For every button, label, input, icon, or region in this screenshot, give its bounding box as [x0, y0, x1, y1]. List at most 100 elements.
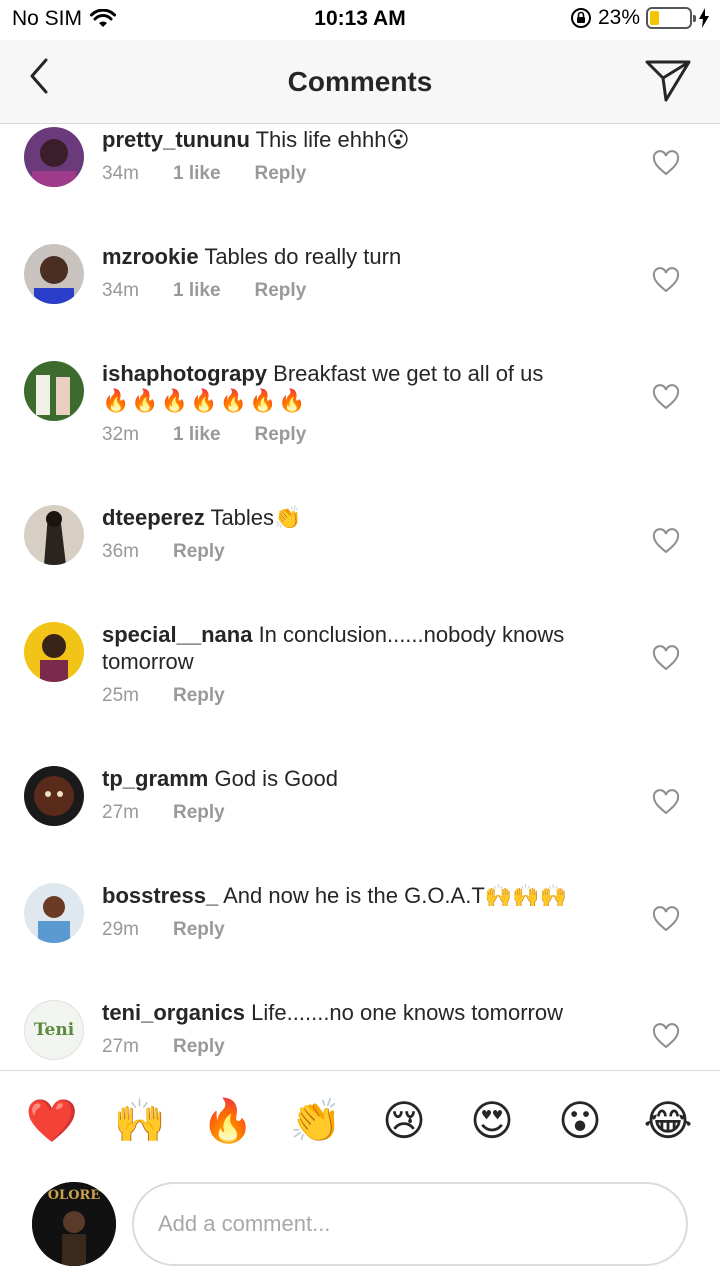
comment-text: pretty_tununu This life ehhh😮 [102, 126, 622, 153]
comment-body: bosstress_ And now he is the G.O.A.T🙌🙌🙌 … [102, 882, 622, 941]
comment-input[interactable] [132, 1182, 688, 1266]
comment-text: ishaphotograpy Breakfast we get to all o… [102, 360, 622, 387]
comment-likes[interactable]: 1 like [173, 163, 221, 185]
reply-button[interactable]: Reply [255, 280, 307, 302]
comment-body: special__nana In conclusion......nobody … [102, 621, 622, 707]
comment-meta: 27m Reply [102, 802, 622, 824]
nav-bar: Comments [0, 40, 720, 124]
charging-bolt-icon [699, 8, 709, 28]
direct-send-icon[interactable] [644, 56, 692, 104]
comment-message: Life.......no one knows tomorrow [251, 1000, 563, 1025]
comment-emoji-line: 🔥🔥🔥🔥🔥🔥🔥 [102, 388, 308, 413]
reaction-heart-eyes[interactable]: 😍 [462, 1099, 522, 1142]
comment-message: And now he is the G.O.A.T🙌🙌🙌 [223, 883, 567, 908]
heart-icon[interactable] [652, 906, 680, 932]
heart-icon[interactable] [652, 528, 680, 554]
comment-body: tp_gramm God is Good 27m Reply [102, 765, 622, 824]
comment-time: 32m [102, 424, 139, 445]
comment-username[interactable]: tp_gramm [102, 766, 208, 791]
comment-message: God is Good [214, 766, 338, 791]
comment-meta: 32m 1 like Reply [102, 424, 622, 446]
reply-button[interactable]: Reply [173, 541, 225, 563]
comment-text: bosstress_ And now he is the G.O.A.T🙌🙌🙌 [102, 882, 622, 909]
comment-likes[interactable]: 1 like [173, 424, 221, 446]
comment-text: special__nana In conclusion......nobody … [102, 621, 622, 675]
avatar[interactable] [24, 244, 84, 304]
comment-username[interactable]: pretty_tununu [102, 127, 250, 152]
reaction-crying[interactable]: 😢 [374, 1099, 434, 1142]
comment-time: 29m [102, 919, 139, 940]
my-avatar-logo-text: OLORE [47, 1188, 101, 1203]
comment-text: teni_organics Life.......no one knows to… [102, 999, 622, 1026]
battery-group: 23% [570, 6, 710, 30]
comment-message: Tables do really turn [204, 244, 402, 269]
heart-icon[interactable] [652, 645, 680, 671]
my-avatar[interactable]: OLORE [32, 1182, 116, 1266]
comment-composer: OLORE [0, 1170, 720, 1280]
comment-body: pretty_tununu This life ehhh😮 34m 1 like… [102, 126, 622, 185]
comment-username[interactable]: bosstress_ [102, 883, 218, 908]
quick-reactions-bar: ❤️ 🙌 🔥 👏 😢 😍 😮 😂 [0, 1070, 720, 1170]
comment-time: 27m [102, 802, 139, 823]
reply-button[interactable]: Reply [255, 424, 307, 446]
avatar[interactable] [24, 766, 84, 826]
comment-text: tp_gramm God is Good [102, 765, 622, 792]
status-bar: No SIM 10:13 AM 23% [0, 0, 720, 40]
page-title: Comments [287, 66, 433, 97]
comment-meta: 34m 1 like Reply [102, 163, 622, 185]
comment-message: Tables👏 [210, 505, 302, 530]
reaction-laughing[interactable]: 😂 [638, 1099, 698, 1142]
reaction-clap[interactable]: 👏 [286, 1099, 346, 1142]
avatar[interactable] [24, 622, 84, 682]
comment-username[interactable]: teni_organics [102, 1000, 245, 1025]
heart-icon[interactable] [652, 150, 680, 176]
orientation-lock-icon [570, 8, 591, 28]
comment-username[interactable]: special__nana [102, 622, 252, 647]
comment-time: 34m [102, 280, 139, 301]
avatar[interactable] [24, 127, 84, 187]
reaction-heart[interactable]: ❤️ [22, 1099, 82, 1142]
heart-icon[interactable] [652, 1023, 680, 1049]
comment-likes[interactable]: 1 like [173, 280, 221, 302]
comment-text: mzrookie Tables do really turn [102, 243, 622, 270]
battery-icon [646, 7, 696, 29]
comment-body: teni_organics Life.......no one knows to… [102, 999, 622, 1058]
battery-percent: 23% [597, 6, 640, 29]
heart-icon[interactable] [652, 789, 680, 815]
reply-button[interactable]: Reply [173, 1036, 225, 1058]
reply-button[interactable]: Reply [173, 919, 225, 941]
comment-username[interactable]: dteeperez [102, 505, 205, 530]
comment-message: This life ehhh😮 [255, 127, 410, 152]
reaction-raised-hands[interactable]: 🙌 [110, 1099, 170, 1142]
battery-fill [650, 11, 659, 25]
reply-button[interactable]: Reply [255, 163, 307, 185]
comment-meta: 25m Reply [102, 685, 622, 707]
avatar[interactable] [24, 505, 84, 565]
avatar[interactable]: Teni [24, 1000, 84, 1060]
heart-icon[interactable] [652, 267, 680, 293]
avatar[interactable] [24, 361, 84, 421]
avatar[interactable] [24, 883, 84, 943]
comment-body: dteeperez Tables👏 36m Reply [102, 504, 622, 563]
comment-body: ishaphotograpy Breakfast we get to all o… [102, 360, 622, 446]
comment-message: Breakfast we get to all of us [273, 361, 544, 386]
comments-list[interactable]: pretty_tununu This life ehhh😮 34m 1 like… [0, 124, 720, 1070]
teni-logo: Teni [33, 1020, 75, 1040]
reply-button[interactable]: Reply [173, 802, 225, 824]
comment-username[interactable]: ishaphotograpy [102, 361, 267, 386]
heart-icon[interactable] [652, 384, 680, 410]
comment-username[interactable]: mzrookie [102, 244, 199, 269]
reaction-surprised[interactable]: 😮 [550, 1099, 610, 1142]
reaction-fire[interactable]: 🔥 [198, 1099, 258, 1142]
comment-body: mzrookie Tables do really turn 34m 1 lik… [102, 243, 622, 302]
comment-meta: 29m Reply [102, 919, 622, 941]
comment-meta: 36m Reply [102, 541, 622, 563]
comment-text: dteeperez Tables👏 [102, 504, 622, 531]
comment-meta: 34m 1 like Reply [102, 280, 622, 302]
comment-time: 25m [102, 685, 139, 706]
reply-button[interactable]: Reply [173, 685, 225, 707]
comment-time: 36m [102, 541, 139, 562]
comment-time: 34m [102, 163, 139, 184]
comment-time: 27m [102, 1036, 139, 1057]
comment-meta: 27m Reply [102, 1036, 622, 1058]
